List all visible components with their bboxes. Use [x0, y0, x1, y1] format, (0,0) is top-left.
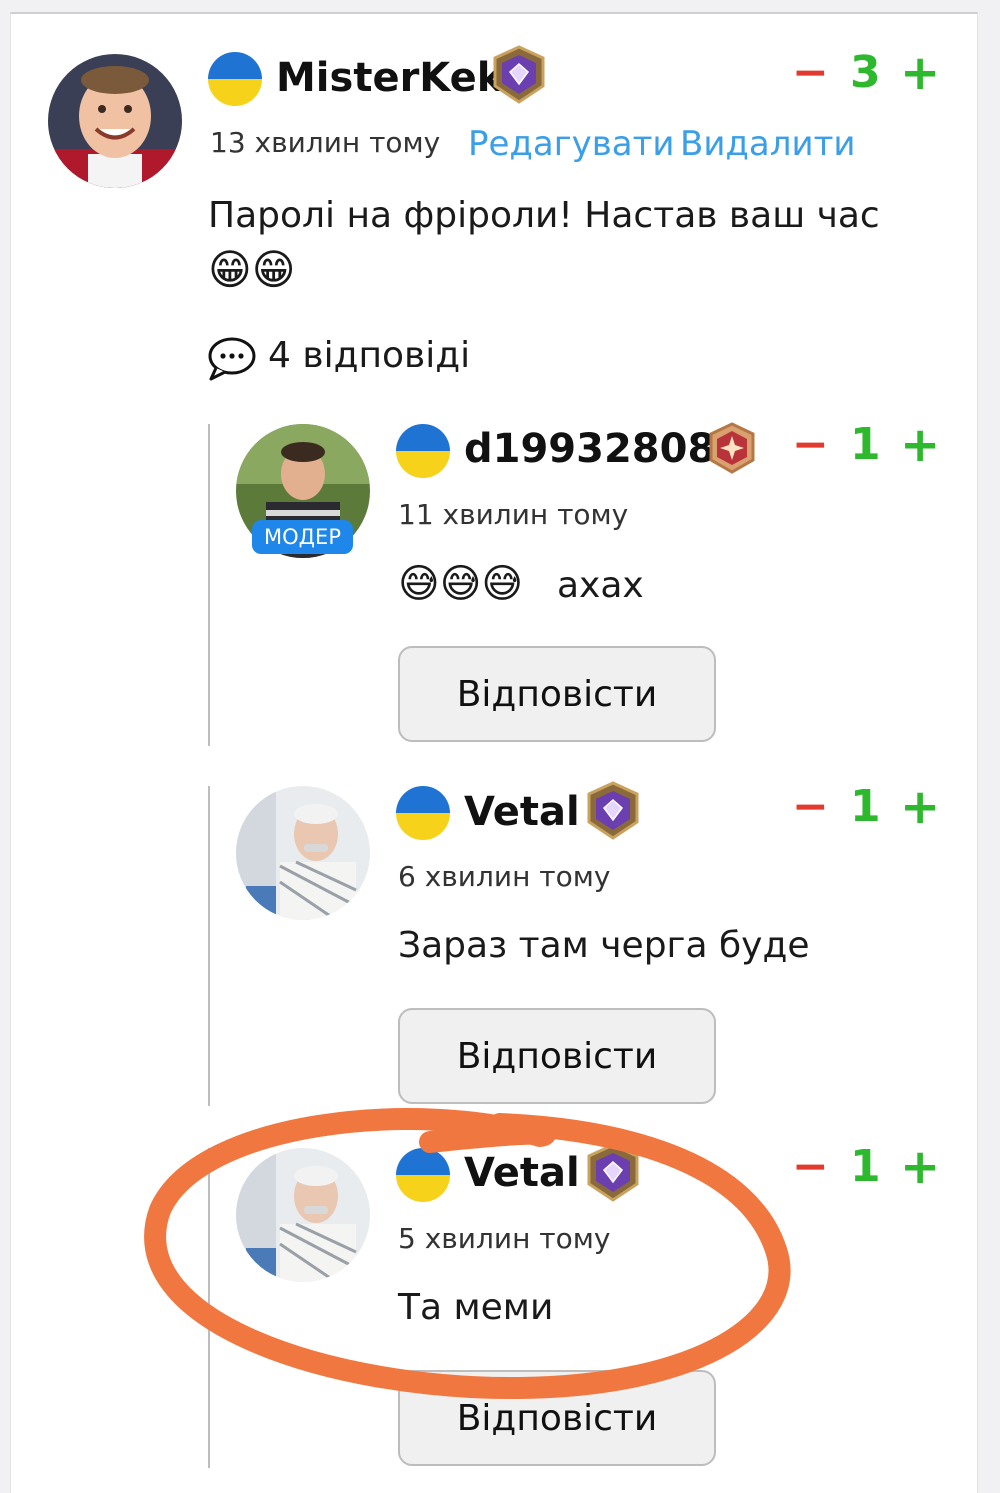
rank-badge-icon — [582, 1142, 644, 1208]
upvote-button[interactable]: + — [900, 48, 940, 98]
comment-username[interactable]: MisterKek — [276, 54, 503, 102]
reply-button[interactable]: Відповісти — [398, 1370, 716, 1466]
thread-line — [208, 1148, 210, 1468]
downvote-button[interactable]: − — [792, 782, 829, 832]
thread-line — [208, 786, 210, 1106]
vote-score: 3 — [850, 47, 881, 98]
reply-username[interactable]: d19932808 — [464, 425, 715, 473]
reply-avatar[interactable] — [236, 1148, 370, 1282]
speech-bubble-icon[interactable] — [206, 334, 258, 386]
rank-badge-icon — [582, 780, 644, 846]
downvote-button[interactable]: − — [792, 420, 829, 470]
reply-text: ахах — [557, 565, 644, 606]
downvote-button[interactable]: − — [792, 48, 829, 98]
reply-text: Зараз там черга буде — [398, 925, 810, 966]
downvote-button[interactable]: − — [792, 1142, 829, 1192]
vote-score: 1 — [850, 781, 881, 832]
reply-button[interactable]: Відповісти — [398, 1008, 716, 1104]
reply-emojis: 😅😅😅 — [398, 561, 524, 607]
reply-username[interactable]: Vetal — [464, 1149, 580, 1197]
reply-button[interactable]: Відповісти — [398, 646, 716, 742]
comment-emojis: 😁😁 — [208, 245, 296, 294]
comment-timestamp: 13 хвилин тому — [210, 126, 441, 159]
edit-link[interactable]: Редагувати — [468, 124, 675, 164]
ukraine-flag-icon — [396, 424, 450, 478]
reply-username[interactable]: Vetal — [464, 788, 580, 836]
delete-link[interactable]: Видалити — [680, 124, 856, 164]
upvote-button[interactable]: + — [900, 1142, 940, 1192]
reply-timestamp: 6 хвилин тому — [398, 860, 611, 893]
reply-timestamp: 5 хвилин тому — [398, 1222, 611, 1255]
upvote-button[interactable]: + — [900, 420, 940, 470]
ukraine-flag-icon — [208, 52, 262, 106]
moderator-badge: МОДЕР — [252, 520, 353, 554]
user-avatar[interactable] — [48, 54, 182, 188]
rank-badge-icon — [488, 44, 550, 110]
vote-score: 1 — [850, 1141, 881, 1192]
ukraine-flag-icon — [396, 1148, 450, 1202]
vote-score: 1 — [850, 419, 881, 470]
thread-line — [208, 424, 210, 746]
replies-count-toggle[interactable]: 4 відповіді — [268, 334, 470, 378]
upvote-button[interactable]: + — [900, 782, 940, 832]
ukraine-flag-icon — [396, 786, 450, 840]
reply-text: Та меми — [398, 1287, 554, 1328]
reply-avatar[interactable] — [236, 786, 370, 920]
comment-text: Паролі на фріроли! Настав ваш час — [208, 195, 880, 236]
reply-timestamp: 11 хвилин тому — [398, 498, 629, 531]
rank-badge-icon — [706, 422, 758, 478]
